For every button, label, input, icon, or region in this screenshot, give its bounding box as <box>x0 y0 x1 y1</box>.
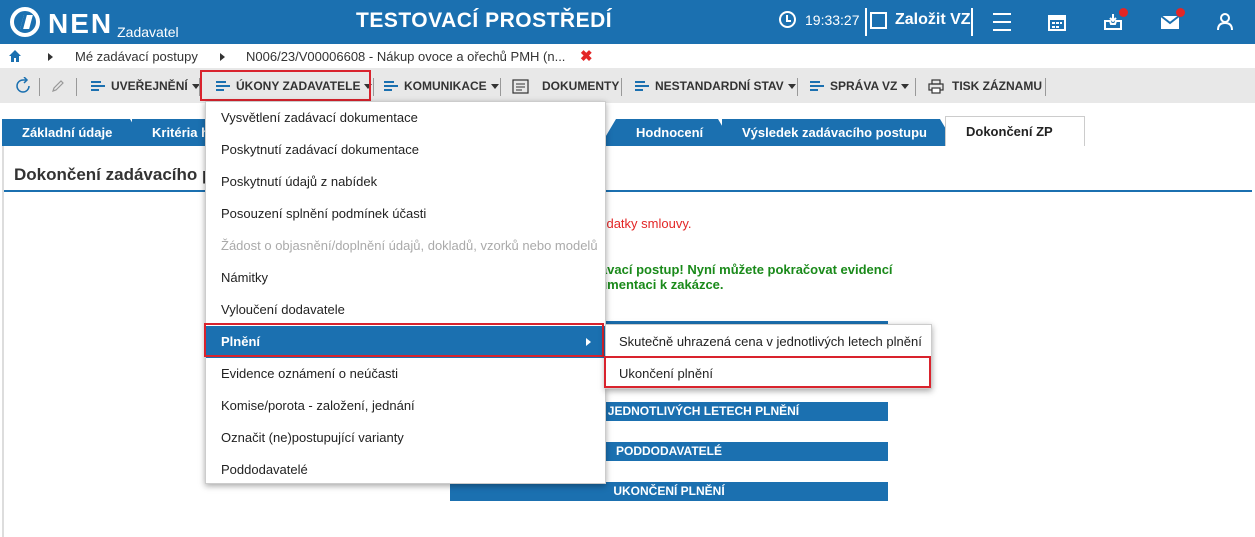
tab-dokonceni-zp[interactable]: Dokončení ZP <box>945 116 1085 146</box>
menu-dokumenty[interactable]: DOKUMENTY <box>512 74 619 98</box>
logo-subtitle: Zadavatel <box>117 24 179 40</box>
menu-nestandardni-label: NESTANDARDNÍ STAV <box>655 79 784 93</box>
success-message-line1: dávací postup! Nyní můžete pokračovat ev… <box>592 262 893 277</box>
menu-item-evidence-neucasti[interactable]: Evidence oznámení o neúčasti <box>206 358 605 390</box>
breadcrumb-item-my-procedures[interactable]: Mé zadávací postupy <box>75 49 198 64</box>
menu-item-posouzeni[interactable]: Posouzení splnění podmínek účasti <box>206 198 605 230</box>
success-message-line2: kumentaci k zakázce. <box>592 277 724 292</box>
section-header: Dokončení zadávacího p <box>2 146 1252 192</box>
pencil-icon <box>52 80 64 92</box>
submenu-item-skutecne-uhrazena[interactable]: Skutečně uhrazená cena v jednotlivých le… <box>606 326 931 358</box>
tab-label: Výsledek zadávacího postupu <box>742 125 927 140</box>
breadcrumb-item-current[interactable]: N006/23/V00006608 - Nákup ovoce a ořechů… <box>246 49 565 64</box>
menu-sprava-label: SPRÁVA VZ <box>830 79 898 93</box>
caret-down-icon <box>787 83 796 89</box>
edit-button[interactable] <box>51 74 65 98</box>
menu-dokumenty-label: DOKUMENTY <box>542 79 620 93</box>
tab-label: Dokončení ZP <box>966 124 1053 139</box>
menu-uverejneni-label: UVEŘEJNĚNÍ <box>111 79 188 93</box>
list-icon <box>635 80 649 92</box>
menu-item-namitky[interactable]: Námitky <box>206 262 605 294</box>
menu-komunikace[interactable]: KOMUNIKACE <box>384 74 499 98</box>
menu-item-komise[interactable]: Komise/porota - založení, jednání <box>206 390 605 422</box>
inbox-icon[interactable] <box>1101 8 1128 34</box>
create-vz-label: Založit VZ <box>895 11 971 28</box>
tab-bar: Základní údaje Kritéria h Hodnocení Výsl… <box>0 103 1255 146</box>
mail-icon[interactable] <box>1158 8 1185 34</box>
create-vz-button[interactable]: Založit VZ <box>870 11 971 29</box>
close-icon[interactable]: ✖ <box>580 47 593 65</box>
section-title: Dokončení zadávacího p <box>14 165 213 184</box>
environment-title: TESTOVACÍ PROSTŘEDÍ <box>356 9 613 32</box>
home-icon[interactable] <box>9 50 21 62</box>
menu-komunikace-label: KOMUNIKACE <box>404 79 487 93</box>
highlight-ukony <box>200 70 371 101</box>
divider <box>500 78 501 96</box>
highlight-ukonceni-plneni <box>604 356 931 388</box>
menu-item-poddodavatele[interactable]: Poddodavatelé <box>206 454 605 486</box>
logo-text: NEN <box>48 8 114 39</box>
menu-tisk-label: TISK ZÁZNAMU <box>952 79 1042 93</box>
divider <box>39 78 40 96</box>
tab-label: Kritéria h <box>152 125 210 140</box>
highlight-plneni <box>204 323 604 357</box>
list-icon <box>384 80 398 92</box>
menu-item-vysvetleni[interactable]: Vysvětlení zadávací dokumentace <box>206 102 605 134</box>
caret-down-icon <box>901 83 910 89</box>
list-icon <box>91 80 105 92</box>
tab-hodnoceni[interactable]: Hodnocení <box>616 119 718 146</box>
chevron-right-icon <box>48 53 53 61</box>
menu-item-varianty[interactable]: Označit (ne)postupující varianty <box>206 422 605 454</box>
success-message: dávací postup! Nyní můžete pokračovat ev… <box>592 262 893 292</box>
menu-icon[interactable] <box>990 10 1014 34</box>
refresh-button[interactable] <box>14 74 32 98</box>
ukony-dropdown-menu: Vysvětlení zadávací dokumentace Poskytnu… <box>205 101 606 484</box>
menu-item-vylouceni[interactable]: Vyloučení dodavatele <box>206 294 605 326</box>
toolbar: UVEŘEJNĚNÍ ÚKONY ZADAVATELE KOMUNIKACE D… <box>0 68 1255 103</box>
list-icon <box>810 80 824 92</box>
document-icon <box>512 78 529 94</box>
notification-dot <box>1119 8 1128 17</box>
tab-label: Hodnocení <box>636 125 704 140</box>
divider <box>373 78 374 96</box>
tab-label: Základní údaje <box>22 125 113 140</box>
divider <box>621 78 622 96</box>
tab-zakladni-udaje[interactable]: Základní údaje <box>2 119 130 146</box>
clock-time: 19:33:27 <box>805 11 860 28</box>
divider <box>915 78 916 96</box>
print-icon <box>928 78 944 94</box>
menu-item-poskytnuti-zd[interactable]: Poskytnutí zadávací dokumentace <box>206 134 605 166</box>
session-clock: 19:33:27 <box>779 11 860 28</box>
top-bar: NEN Zadavatel TESTOVACÍ PROSTŘEDÍ 19:33:… <box>0 0 1255 44</box>
divider <box>797 78 798 96</box>
menu-tisk-zaznamu[interactable]: TISK ZÁZNAMU <box>928 74 1042 98</box>
menu-uverejneni[interactable]: UVEŘEJNĚNÍ <box>91 74 200 98</box>
tab-vysledek[interactable]: Výsledek zadávacího postupu <box>722 119 940 146</box>
clock-icon <box>779 11 796 28</box>
logo-icon <box>10 7 40 37</box>
calendar-icon[interactable] <box>1045 10 1069 34</box>
menu-item-poskytnuti-udaju[interactable]: Poskytnutí údajů z nabídek <box>206 166 605 198</box>
menu-nestandardni-stav[interactable]: NESTANDARDNÍ STAV <box>635 74 796 98</box>
notification-dot <box>1176 8 1185 17</box>
user-icon[interactable] <box>1213 10 1237 34</box>
caret-down-icon <box>490 83 499 89</box>
divider <box>76 78 77 96</box>
divider <box>971 8 973 36</box>
tab-kriteria[interactable]: Kritéria h <box>132 119 212 146</box>
content-border <box>2 146 4 537</box>
warning-message: dodatky smlouvy. <box>592 216 692 231</box>
breadcrumb: Mé zadávací postupy N006/23/V00006608 - … <box>0 44 1255 68</box>
menu-item-zadost-objasneni: Žádost o objasnění/doplnění údajů, dokla… <box>221 238 598 253</box>
divider <box>865 8 867 36</box>
refresh-icon <box>16 77 30 93</box>
menu-sprava-vz[interactable]: SPRÁVA VZ <box>810 74 910 98</box>
edit-icon <box>870 11 887 29</box>
nen-logo[interactable]: NEN Zadavatel <box>10 5 179 39</box>
chevron-right-icon <box>220 53 225 61</box>
divider <box>1045 78 1046 96</box>
